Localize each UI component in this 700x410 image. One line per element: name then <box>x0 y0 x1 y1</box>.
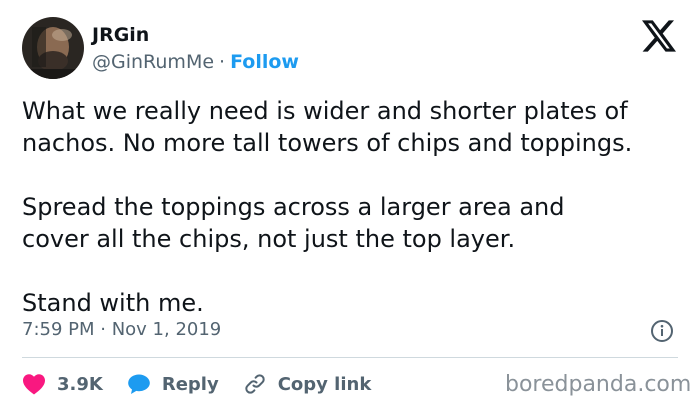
action-bar: 3.9K Reply Copy link <box>22 369 395 399</box>
author-handle[interactable]: @GinRumMe <box>92 51 214 73</box>
tweet-line: Stand with me. <box>22 289 204 317</box>
tweet-card: JRGin @GinRumMe · Follow What we really ne… <box>0 0 700 410</box>
info-icon[interactable] <box>650 319 674 343</box>
tweet-text: What we really need is wider and shorter… <box>22 95 682 319</box>
copy-link-button[interactable]: Copy link <box>243 372 372 396</box>
separator-dot: · <box>219 51 226 73</box>
link-icon <box>245 374 265 394</box>
author-name[interactable]: JRGin <box>92 22 149 48</box>
divider <box>22 357 678 358</box>
like-button[interactable]: 3.9K <box>22 373 103 395</box>
watermark: boredpanda.com <box>505 372 692 397</box>
copy-link-label: Copy link <box>277 373 372 395</box>
heart-icon <box>23 374 45 395</box>
reply-label: Reply <box>161 373 219 395</box>
reply-bubble-icon <box>128 374 150 394</box>
likes-count: 3.9K <box>57 373 103 395</box>
tweet-line: What we really need is wider and shorter… <box>22 97 628 125</box>
reply-button[interactable]: Reply <box>127 373 219 395</box>
avatar[interactable] <box>22 17 84 79</box>
tweet-line: cover all the chips, not just the top la… <box>22 225 516 253</box>
author-handle-row: @GinRumMe · Follow <box>92 49 299 75</box>
tweet-timestamp[interactable]: 7:59 PM · Nov 1, 2019 <box>22 317 221 343</box>
tweet-line: Spread the toppings across a larger area… <box>22 193 565 221</box>
x-logo-icon[interactable] <box>642 20 676 52</box>
tweet-line: nachos. No more tall towers of chips and… <box>22 129 633 157</box>
follow-button[interactable]: Follow <box>230 51 299 73</box>
